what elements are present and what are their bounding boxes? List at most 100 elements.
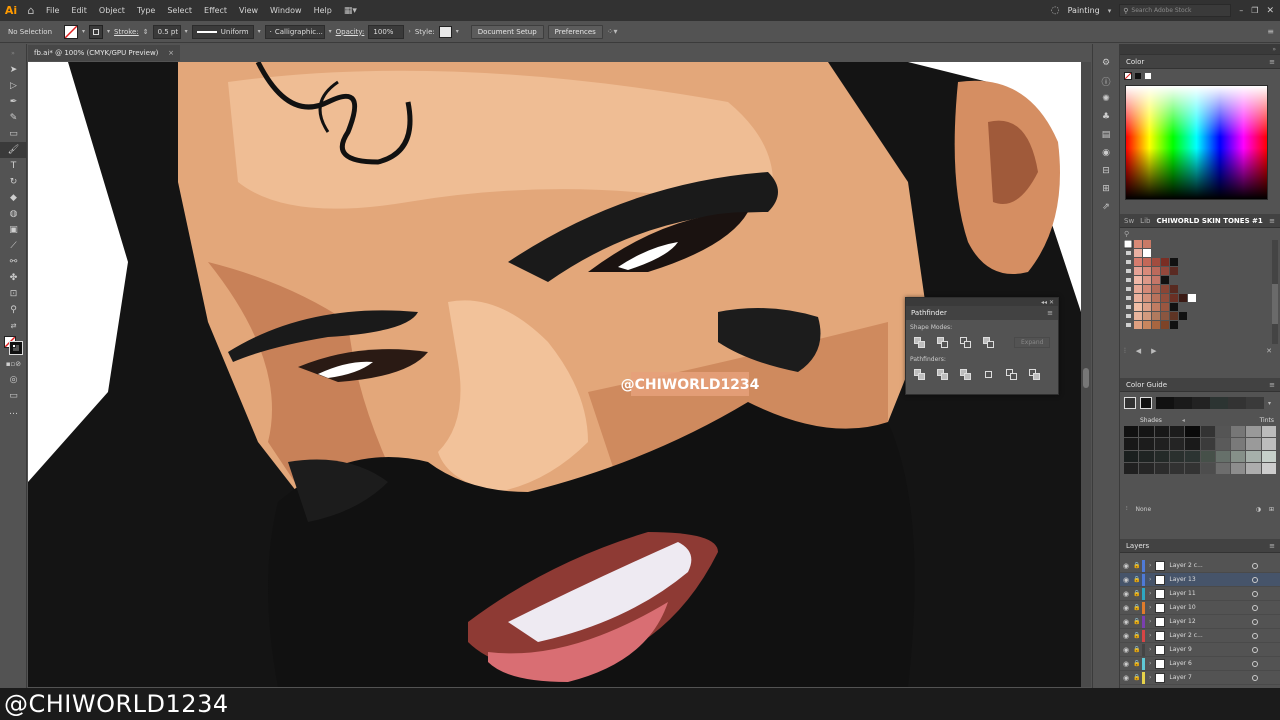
black-swatch[interactable] [1134, 72, 1142, 80]
menu-item-object[interactable]: Object [93, 0, 131, 21]
opacity-input[interactable]: 100% [368, 24, 405, 39]
color-spectrum[interactable] [1125, 85, 1268, 200]
search-stock-input[interactable]: ⚲ Search Adobe Stock [1119, 4, 1232, 17]
stepper-icon[interactable]: ⇕ [143, 28, 149, 36]
tab-libraries[interactable]: Lib [1140, 217, 1150, 225]
close-window-icon[interactable]: ✕ [1266, 6, 1274, 16]
layer-name[interactable]: Layer 2 c... [1169, 562, 1202, 569]
symbol-sprayer-tool-icon[interactable]: ✤ [0, 270, 27, 286]
artboard-tool-icon[interactable]: ⊡ [0, 286, 27, 302]
expand-arrow-icon[interactable]: › [1149, 660, 1151, 667]
target-circle-icon[interactable] [1252, 660, 1258, 667]
white-swatch[interactable] [1144, 72, 1152, 80]
layer-name[interactable]: Layer 13 [1169, 576, 1195, 583]
expand-button[interactable]: Expand [1014, 337, 1051, 348]
chevron-down-icon[interactable]: ▾ [456, 28, 459, 35]
rectangle-tool-icon[interactable]: ▭ [0, 126, 27, 142]
skin-tone-swatches[interactable] [1123, 239, 1272, 344]
trim-icon[interactable] [937, 369, 948, 380]
appearance-icon[interactable]: ◉ [1093, 144, 1119, 162]
expand-arrow-icon[interactable]: › [1149, 674, 1151, 681]
intersect-icon[interactable] [960, 337, 971, 348]
layer-name[interactable]: Layer 7 [1169, 674, 1191, 681]
visibility-eye-icon[interactable]: ◉ [1120, 590, 1132, 598]
layer-name[interactable]: Layer 12 [1169, 618, 1195, 625]
visibility-eye-icon[interactable]: ◉ [1120, 660, 1132, 668]
expand-arrow-icon[interactable]: › [1149, 646, 1151, 653]
panel-menu-icon[interactable]: ≡ [1269, 217, 1275, 225]
visibility-eye-icon[interactable]: ◉ [1120, 632, 1132, 640]
menu-item-file[interactable]: File [40, 0, 65, 21]
target-circle-icon[interactable] [1252, 576, 1258, 583]
toolbar-collapse-icon[interactable]: » [0, 44, 26, 62]
swatches-scrollbar[interactable] [1272, 240, 1278, 344]
swap-fill-stroke-icon[interactable]: ⇄ [0, 318, 27, 334]
properties-icon[interactable]: ⚙ [1093, 54, 1119, 72]
chevron-down-icon[interactable]: ▾ [82, 28, 85, 35]
target-circle-icon[interactable] [1252, 646, 1258, 653]
lock-icon[interactable]: 🔒 [1132, 604, 1142, 611]
menu-item-effect[interactable]: Effect [198, 0, 233, 21]
preferences-button[interactable]: Preferences [547, 24, 603, 39]
brush-definition[interactable]: · Calligraphic... [264, 24, 325, 39]
collapse-icon[interactable]: ◂◂ [1041, 299, 1047, 306]
direct-selection-tool-icon[interactable]: ▷ [0, 78, 27, 94]
save-group-icon[interactable]: ⊞ [1269, 506, 1274, 513]
expand-arrow-icon[interactable]: › [1149, 604, 1151, 611]
type-tool-icon[interactable]: T [0, 158, 27, 174]
info-icon[interactable]: ⓘ [1093, 72, 1119, 90]
eraser-tool-icon[interactable]: ◆ [0, 190, 27, 206]
lock-icon[interactable]: 🔒 [1132, 632, 1142, 639]
exclude-icon[interactable] [983, 337, 994, 348]
menu-item-select[interactable]: Select [161, 0, 198, 21]
layer-row[interactable]: ◉ 🔒 › Layer 13 [1120, 573, 1280, 587]
merge-icon[interactable] [960, 369, 971, 380]
close-library-icon[interactable]: ✕ [1266, 347, 1272, 355]
visibility-eye-icon[interactable]: ◉ [1120, 576, 1132, 584]
eyedropper-tool-icon[interactable]: ⟋ [0, 238, 27, 254]
visibility-eye-icon[interactable]: ◉ [1120, 618, 1132, 626]
layer-name[interactable]: Layer 2 c... [1169, 632, 1202, 639]
drawing-mode-icon[interactable]: ◎ [0, 372, 27, 388]
layer-name[interactable]: Layer 9 [1169, 646, 1191, 653]
workspace-switcher[interactable]: Painting [1068, 6, 1100, 15]
lightbulb-icon[interactable]: ◌ [1051, 5, 1060, 16]
rotate-tool-icon[interactable]: ↻ [0, 174, 27, 190]
visibility-eye-icon[interactable]: ◉ [1120, 646, 1132, 654]
previous-icon[interactable]: ◀ [1136, 347, 1141, 355]
screen-mode-icon[interactable]: ▭ [0, 388, 27, 404]
paintbrush-tool-icon[interactable]: 🖌 [0, 142, 27, 158]
stroke-label[interactable]: Stroke: [114, 28, 139, 36]
variable-width-profile[interactable]: Uniform [191, 24, 254, 39]
unite-icon[interactable] [914, 337, 925, 348]
blend-tool-icon[interactable]: ⚯ [0, 254, 27, 270]
chevron-down-icon[interactable]: ▾ [185, 28, 188, 35]
tab-swatches[interactable]: Sw [1124, 217, 1134, 225]
document-setup-button[interactable]: Document Setup [470, 24, 544, 39]
expand-arrow-icon[interactable]: › [1149, 618, 1151, 625]
align-icon[interactable]: ⊟ [1093, 162, 1119, 180]
transform-icon[interactable]: ⊞ [1093, 180, 1119, 198]
target-circle-icon[interactable] [1252, 562, 1258, 569]
visibility-eye-icon[interactable]: ◉ [1120, 604, 1132, 612]
chevron-right-icon[interactable]: › [408, 28, 410, 35]
target-circle-icon[interactable] [1252, 632, 1258, 639]
arrange-icon[interactable]: ⁘▾ [607, 27, 618, 36]
layer-row[interactable]: ◉ 🔒 › Layer 2 c... [1120, 629, 1280, 643]
visibility-eye-icon[interactable]: ◉ [1120, 562, 1132, 570]
curvature-tool-icon[interactable]: ✎ [0, 110, 27, 126]
scrollbar-thumb[interactable] [1083, 368, 1089, 388]
panel-menu-icon[interactable]: ≡ [1269, 381, 1275, 389]
panel-menu-icon[interactable]: ≡ [1267, 27, 1274, 36]
chevron-down-icon[interactable]: ▾ [1268, 400, 1271, 407]
tab-skin-tones[interactable]: CHIWORLD SKIN TONES #1 [1156, 217, 1262, 225]
expand-arrow-icon[interactable]: › [1149, 632, 1151, 639]
visibility-eye-icon[interactable]: ◉ [1120, 674, 1132, 682]
minimize-icon[interactable]: – [1239, 6, 1243, 15]
swatch-library-icon[interactable]: ⫶ [1126, 505, 1128, 513]
style-swatch[interactable] [438, 25, 452, 38]
panel-menu-icon[interactable]: ≡ [1047, 309, 1053, 317]
next-icon[interactable]: ▶ [1151, 347, 1156, 355]
brushes-icon[interactable]: ✺ [1093, 90, 1119, 108]
search-icon[interactable]: ⚲ [1124, 230, 1129, 238]
